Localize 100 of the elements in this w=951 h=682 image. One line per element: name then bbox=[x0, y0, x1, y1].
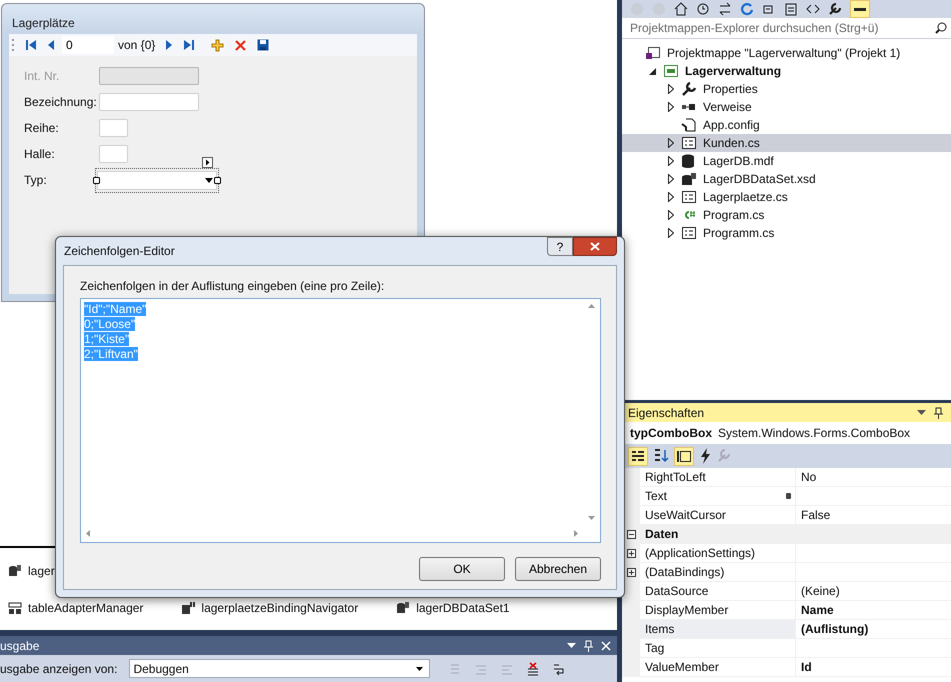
clock-icon[interactable] bbox=[696, 2, 710, 16]
expand-icon[interactable] bbox=[626, 568, 636, 576]
move-previous-icon[interactable] bbox=[47, 39, 55, 51]
property-value[interactable]: (Keine) bbox=[801, 584, 840, 598]
preview-icon[interactable] bbox=[850, 0, 870, 18]
tree-item[interactable]: LagerDB.mdf bbox=[622, 152, 951, 170]
property-name[interactable]: UseWaitCursor bbox=[645, 508, 726, 522]
property-name[interactable]: Text bbox=[645, 489, 668, 503]
move-next-icon[interactable] bbox=[165, 39, 174, 51]
position-field[interactable]: 0 bbox=[62, 36, 114, 54]
collapsed-arrow-icon[interactable] bbox=[668, 210, 674, 220]
properties-icon[interactable] bbox=[674, 446, 694, 466]
tree-item[interactable]: Programm.cs bbox=[622, 224, 951, 242]
tree-item[interactable]: Kunden.cs bbox=[622, 134, 951, 152]
property-name[interactable]: DataSource bbox=[645, 584, 708, 598]
move-last-icon[interactable] bbox=[183, 39, 196, 51]
help-button[interactable]: ? bbox=[547, 237, 573, 256]
close-button[interactable] bbox=[573, 237, 617, 256]
expanded-arrow-icon[interactable] bbox=[649, 68, 656, 74]
sync-icon[interactable] bbox=[718, 2, 732, 16]
collapsed-arrow-icon[interactable] bbox=[668, 102, 674, 112]
collapsed-arrow-icon[interactable] bbox=[668, 192, 674, 202]
property-value[interactable]: Name bbox=[801, 603, 834, 617]
property-row[interactable]: Tag bbox=[622, 639, 951, 658]
move-first-icon[interactable] bbox=[25, 39, 37, 51]
collapsed-arrow-icon[interactable] bbox=[668, 84, 674, 94]
text-field[interactable] bbox=[99, 145, 128, 163]
scroll-down-icon[interactable] bbox=[588, 516, 595, 520]
property-row[interactable]: ValueMember Id bbox=[622, 658, 951, 677]
collapse-icon[interactable] bbox=[626, 530, 636, 538]
cancel-button[interactable]: Abbrechen bbox=[515, 557, 601, 581]
component-name[interactable]: lagerplaetzeBindingNavigator bbox=[201, 600, 358, 614]
collapsed-arrow-icon[interactable] bbox=[668, 156, 674, 166]
show-all-files-icon[interactable] bbox=[784, 2, 798, 16]
expand-icon[interactable] bbox=[626, 548, 636, 558]
tree-item[interactable]: LagerDBDataSet.xsd bbox=[622, 170, 951, 188]
property-name[interactable]: DisplayMember bbox=[645, 603, 728, 617]
property-name[interactable]: (DataBindings) bbox=[645, 565, 724, 579]
property-name[interactable]: RightToLeft bbox=[645, 470, 706, 484]
events-icon[interactable] bbox=[698, 447, 712, 465]
collapsed-arrow-icon[interactable] bbox=[668, 228, 674, 238]
tree-item[interactable]: Program.cs bbox=[622, 206, 951, 224]
collapsed-arrow-icon[interactable] bbox=[668, 138, 674, 148]
text-field[interactable] bbox=[99, 119, 128, 137]
property-name[interactable]: Tag bbox=[645, 641, 664, 655]
form-icon bbox=[681, 136, 697, 150]
property-row[interactable]: DataSource (Keine) bbox=[622, 582, 951, 601]
property-name[interactable]: Items bbox=[645, 622, 674, 636]
property-row[interactable]: (DataBindings) bbox=[622, 563, 951, 582]
property-value[interactable]: (Auflistung) bbox=[801, 622, 868, 636]
tree-item[interactable]: Lagerverwaltung bbox=[622, 62, 951, 80]
property-value[interactable]: False bbox=[801, 508, 830, 522]
dropdown-arrow-icon[interactable] bbox=[917, 410, 926, 416]
delete-icon[interactable] bbox=[234, 38, 248, 52]
property-row[interactable]: (ApplicationSettings) bbox=[622, 544, 951, 563]
close-icon[interactable] bbox=[601, 640, 611, 650]
text-field[interactable] bbox=[99, 93, 199, 111]
wrench-icon[interactable] bbox=[828, 2, 842, 16]
ok-button[interactable]: OK bbox=[419, 557, 505, 581]
scroll-up-icon[interactable] bbox=[588, 304, 595, 308]
property-name[interactable]: ValueMember bbox=[645, 660, 719, 674]
form-title: Lagerplätze bbox=[11, 15, 76, 32]
component-name[interactable]: lager bbox=[28, 564, 55, 578]
categorized-icon[interactable] bbox=[628, 446, 648, 466]
tree-item[interactable]: Properties bbox=[622, 80, 951, 98]
clear-all-icon[interactable] bbox=[526, 662, 540, 676]
home-icon[interactable] bbox=[674, 2, 688, 16]
sort-alphabetical-icon[interactable] bbox=[652, 447, 670, 465]
property-row[interactable]: RightToLeft No bbox=[622, 468, 951, 487]
editor-icon[interactable] bbox=[786, 493, 791, 499]
property-row[interactable]: Items (Auflistung) bbox=[622, 620, 951, 639]
resize-handle[interactable] bbox=[214, 176, 221, 184]
category-name[interactable]: Daten bbox=[640, 525, 678, 543]
property-value[interactable]: Id bbox=[801, 660, 812, 674]
property-value[interactable]: No bbox=[801, 470, 816, 484]
tree-item[interactable]: Lagerplaetze.cs bbox=[622, 188, 951, 206]
add-icon[interactable] bbox=[211, 38, 224, 52]
search-icon[interactable] bbox=[935, 22, 947, 34]
property-row[interactable]: DisplayMember Name bbox=[622, 601, 951, 620]
dropdown-arrow-icon[interactable] bbox=[567, 642, 576, 648]
pin-icon[interactable] bbox=[934, 406, 943, 418]
scroll-right-icon[interactable] bbox=[574, 530, 578, 537]
smart-tag-icon[interactable] bbox=[202, 156, 213, 168]
save-icon[interactable] bbox=[257, 39, 270, 51]
output-source-dropdown[interactable]: Debuggen bbox=[129, 659, 430, 678]
property-row[interactable]: Text bbox=[622, 487, 951, 506]
collapsed-arrow-icon[interactable] bbox=[668, 174, 674, 184]
project-icon bbox=[663, 64, 679, 78]
code-icon[interactable] bbox=[806, 2, 820, 16]
refresh-icon[interactable] bbox=[740, 2, 754, 16]
tree-item[interactable]: App.config bbox=[622, 116, 951, 134]
tree-item[interactable]: Verweise bbox=[622, 98, 951, 116]
scroll-left-icon[interactable] bbox=[86, 530, 90, 537]
component-name[interactable]: tableAdapterManager bbox=[28, 600, 144, 614]
component-name[interactable]: lagerDBDataSet1 bbox=[416, 600, 510, 614]
tree-item[interactable]: Projektmappe "Lagerverwaltung" (Projekt 1) bbox=[622, 44, 951, 62]
property-row[interactable]: UseWaitCursor False bbox=[622, 506, 951, 525]
word-wrap-icon[interactable] bbox=[552, 662, 566, 676]
resize-handle[interactable] bbox=[93, 176, 100, 184]
property-name[interactable]: (ApplicationSettings) bbox=[645, 546, 756, 560]
